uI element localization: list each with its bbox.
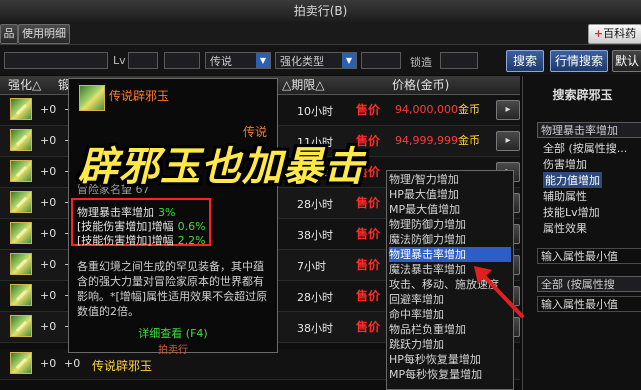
enhance-value: +0 xyxy=(40,357,57,370)
red-arrow-icon xyxy=(474,266,524,318)
jade-item-icon xyxy=(10,98,32,120)
header-price[interactable]: 价格(金币) xyxy=(392,76,449,94)
sell-label: 售价 xyxy=(356,289,381,303)
market-search-button[interactable]: 行情搜索 xyxy=(550,50,608,72)
encyclopedia-label: 百科药 xyxy=(603,27,637,40)
jade-item-icon xyxy=(10,191,32,213)
tooltip-rarity: 传说 xyxy=(242,125,267,139)
lv-label: Lv xyxy=(113,54,126,67)
deadline-value: 10小时 xyxy=(297,105,333,118)
stat-value: 2.2% xyxy=(177,234,206,247)
deadline-value: 38小时 xyxy=(297,322,333,335)
stat-line: [技能伤害增加]增幅 2.2% xyxy=(77,232,206,248)
tree-item[interactable]: 属性效果 xyxy=(543,220,587,236)
jade-item-icon xyxy=(10,160,32,182)
enhance-value: +0 xyxy=(40,320,57,333)
lock-label: 锁造 xyxy=(410,56,432,69)
enhance-value: +0 xyxy=(40,134,57,147)
chevron-down-icon: ▼ xyxy=(342,53,356,68)
tree-item[interactable]: 技能Lv增加 xyxy=(543,204,600,220)
jade-item-icon xyxy=(10,284,32,306)
price-unit: 金币 xyxy=(457,103,480,116)
sell-label: 售价 xyxy=(356,258,381,272)
jade-item-icon xyxy=(10,253,32,275)
lv-min-input[interactable] xyxy=(128,52,158,69)
stats-highlight-box: 物理暴击率增加 3% [技能伤害增加]增幅 0.6% [技能伤害增加]增幅 2.2% xyxy=(71,198,211,248)
deadline-value: 28小时 xyxy=(297,291,333,304)
attribute-select-2-value: 全部 (按属性搜 xyxy=(541,278,615,291)
enhance-type-value: 强化类型 xyxy=(280,55,324,68)
tree-item[interactable]: 伤害增加 xyxy=(543,156,587,172)
enhance-value: +0 xyxy=(40,196,57,209)
dropdown-option[interactable]: 物品栏负重增加 xyxy=(389,322,511,337)
stat-label: [技能伤害增加]增幅 xyxy=(77,234,174,247)
dropdown-option-highlighted[interactable]: 物理暴击率增加 xyxy=(389,247,511,262)
chevron-down-icon: ▼ xyxy=(256,53,270,68)
sell-label: 售价 xyxy=(356,196,381,210)
rarity-select[interactable]: 传说 ▼ xyxy=(205,52,271,69)
jade-item-icon xyxy=(10,315,32,337)
attribute-select-2[interactable]: 全部 (按属性搜 xyxy=(537,276,641,292)
search-panel-title: 搜索辟邪玉 xyxy=(552,88,613,102)
caption-banner: 辟邪玉也加暴击 xyxy=(78,144,365,190)
default-button[interactable]: 默认 xyxy=(612,50,641,72)
lock-value: +0 xyxy=(64,357,81,370)
enhance-value: +0 xyxy=(40,258,57,271)
tooltip-auction-label: 拍卖行 xyxy=(158,345,188,356)
deadline-value: 28小时 xyxy=(297,198,333,211)
dropdown-option[interactable]: HP每秒恢复量增加 xyxy=(389,352,511,367)
jade-item-icon xyxy=(10,129,32,151)
attribute-min-input-2[interactable]: 输入属性最小值 xyxy=(537,296,641,312)
buy-button[interactable]: ▸ xyxy=(496,131,520,151)
tab-items[interactable]: 品 xyxy=(0,24,18,44)
tree-item[interactable]: 全部 (按属性搜... xyxy=(543,140,627,156)
deadline-value: 38小时 xyxy=(297,229,333,242)
rarity-value: 传说 xyxy=(210,55,232,68)
header-enhance[interactable]: 强化△ xyxy=(8,76,41,94)
enhance-value: +0 xyxy=(40,165,57,178)
jade-item-icon xyxy=(10,222,32,244)
dropdown-option[interactable]: 魔法防御力增加 xyxy=(389,232,511,247)
detail-view-link[interactable]: 详细查看 (F4) xyxy=(69,325,277,341)
price-value: 94,000,000金币 xyxy=(395,101,480,117)
jade-item-icon xyxy=(10,352,32,374)
buy-button[interactable]: ▸ xyxy=(496,100,520,120)
attribute-select-value: 物理暴击率增加 xyxy=(541,124,618,137)
enhance-value: +0 xyxy=(40,227,57,240)
price-number: 94,000,000 xyxy=(395,103,458,116)
plus-icon: + xyxy=(593,27,604,40)
dropdown-option[interactable]: 跳跃力增加 xyxy=(389,337,511,352)
window-title: 拍卖行(B) xyxy=(0,0,641,23)
enhance-value: +0 xyxy=(40,103,57,116)
tooltip-item-name: 传说辟邪玉 xyxy=(109,89,170,103)
dropdown-option[interactable]: MP最大值增加 xyxy=(389,202,511,217)
enhance-value: +0 xyxy=(40,289,57,302)
price-unit: 金币 xyxy=(457,134,480,147)
sell-label: 售价 xyxy=(356,103,381,117)
sell-label: 售价 xyxy=(356,227,381,241)
deadline-value: 7小时 xyxy=(297,260,326,273)
dropdown-option[interactable]: 物理防御力增加 xyxy=(389,217,511,232)
enhance-type-select[interactable]: 强化类型 ▼ xyxy=(275,52,357,69)
attribute-select[interactable]: 物理暴击率增加 xyxy=(537,122,641,138)
lv-max-input[interactable] xyxy=(164,52,200,69)
header-deadline[interactable]: △期限△ xyxy=(282,76,324,94)
toolbar: 品 使用明细 +百科药 xyxy=(0,22,641,45)
tree-item[interactable]: 辅助属性 xyxy=(543,188,587,204)
lock-input[interactable] xyxy=(440,52,478,69)
jade-item-icon xyxy=(79,85,105,111)
encyclopedia-button[interactable]: +百科药 xyxy=(588,24,641,44)
tab-usage-detail[interactable]: 使用明细 xyxy=(18,24,70,44)
search-panel: 搜索辟邪玉 物理暴击率增加 全部 (按属性搜... 伤害增加 能力值增加 辅助属… xyxy=(522,76,641,390)
tree-item-selected[interactable]: 能力值增加 xyxy=(543,172,602,188)
dropdown-option[interactable]: MP每秒恢复量增加 xyxy=(389,367,511,382)
attribute-min-input[interactable]: 输入属性最小值 xyxy=(537,248,641,264)
item-name-input[interactable] xyxy=(4,52,108,69)
search-button[interactable]: 搜索 xyxy=(506,50,544,72)
item-name: 传说辟邪玉 xyxy=(92,359,153,373)
sell-label: 售价 xyxy=(356,320,381,334)
tooltip-description: 各重幻境之间生成的罕见装备，其中蕴含的强大力量对冒险家原本的世界都有影响。*[增… xyxy=(77,260,268,318)
enhance-min-input[interactable] xyxy=(361,52,401,69)
